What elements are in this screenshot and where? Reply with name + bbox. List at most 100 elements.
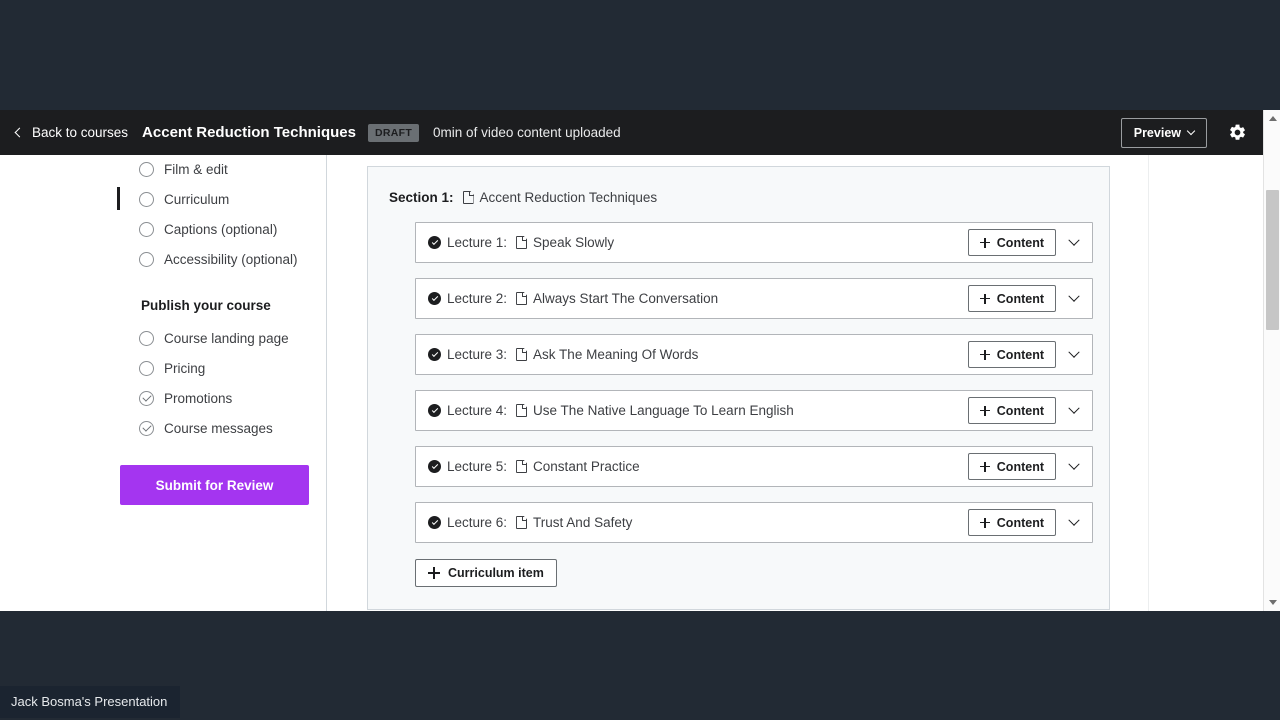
add-content-label: Content (997, 236, 1044, 250)
lecture-number: Lecture 5: (447, 459, 507, 474)
lecture-title: Constant Practice (533, 459, 640, 474)
table-row[interactable]: Lecture 1: Speak Slowly Content (415, 222, 1093, 263)
table-row[interactable]: Lecture 3: Ask The Meaning Of Words Cont… (415, 334, 1093, 375)
lecture-title: Speak Slowly (533, 235, 614, 250)
check-circle-icon (428, 348, 441, 361)
document-icon (516, 404, 527, 417)
sidebar-item-pricing[interactable]: Pricing (0, 353, 326, 383)
chevron-down-icon[interactable] (1068, 346, 1079, 357)
add-content-button[interactable]: Content (968, 453, 1056, 480)
add-content-button[interactable]: Content (968, 397, 1056, 424)
lecture-title: Always Start The Conversation (533, 291, 718, 306)
panel-divider (1148, 155, 1149, 611)
section-card: Section 1: Accent Reduction Techniques L… (367, 166, 1110, 610)
triangle-down-icon (1269, 600, 1277, 605)
triangle-up-icon (1269, 116, 1277, 121)
presentation-caption: Jack Bosma's Presentation (0, 686, 180, 718)
back-to-courses-link[interactable]: Back to courses (16, 125, 128, 140)
sidebar-item-curriculum[interactable]: Curriculum (0, 184, 326, 214)
vertical-scrollbar[interactable] (1263, 110, 1280, 611)
publish-section-heading: Publish your course (0, 298, 326, 313)
scroll-down-button[interactable] (1264, 594, 1280, 611)
radio-circle-icon (139, 252, 154, 267)
sidebar-item-label: Course messages (164, 421, 273, 436)
radio-circle-icon (139, 361, 154, 376)
back-to-courses-label: Back to courses (32, 125, 128, 140)
add-content-button[interactable]: Content (968, 509, 1056, 536)
lecture-number: Lecture 2: (447, 291, 507, 306)
check-circle-icon (428, 292, 441, 305)
plus-icon (980, 350, 990, 360)
check-circle-icon (428, 404, 441, 417)
table-row[interactable]: Lecture 5: Constant Practice Content (415, 446, 1093, 487)
add-content-label: Content (997, 292, 1044, 306)
lecture-title: Trust And Safety (533, 515, 632, 530)
sidebar-item-promotions[interactable]: Promotions (0, 383, 326, 413)
sidebar-item-captions[interactable]: Captions (optional) (0, 214, 326, 244)
chevron-down-icon[interactable] (1068, 402, 1079, 413)
plan-course-nav-group: Film & edit Curriculum Captions (optiona… (0, 155, 326, 274)
scrollbar-thumb[interactable] (1266, 190, 1279, 330)
plus-icon (980, 462, 990, 472)
lecture-number: Lecture 3: (447, 347, 507, 362)
draft-status-badge: DRAFT (368, 124, 419, 142)
preview-button[interactable]: Preview (1121, 118, 1207, 148)
sidebar-item-label: Captions (optional) (164, 222, 277, 237)
lecture-title: Use The Native Language To Learn English (533, 403, 794, 418)
check-circle-outline-icon (139, 391, 154, 406)
add-content-button[interactable]: Content (968, 229, 1056, 256)
add-curriculum-item-label: Curriculum item (448, 566, 544, 580)
sidebar-item-course-landing-page[interactable]: Course landing page (0, 323, 326, 353)
add-curriculum-item-button[interactable]: Curriculum item (415, 559, 557, 587)
check-circle-icon (428, 460, 441, 473)
add-content-label: Content (997, 404, 1044, 418)
document-icon (463, 191, 474, 204)
gear-icon (1228, 123, 1247, 142)
check-circle-icon (428, 516, 441, 529)
sidebar-item-course-messages[interactable]: Course messages (0, 413, 326, 443)
chevron-down-icon[interactable] (1068, 234, 1079, 245)
table-row[interactable]: Lecture 2: Always Start The Conversation… (415, 278, 1093, 319)
chevron-down-icon (1187, 127, 1195, 135)
page-body: Film & edit Curriculum Captions (optiona… (0, 155, 1263, 611)
document-icon (516, 460, 527, 473)
chevron-down-icon[interactable] (1068, 514, 1079, 525)
document-icon (516, 348, 527, 361)
chevron-left-icon (15, 128, 25, 138)
add-content-label: Content (997, 460, 1044, 474)
table-row[interactable]: Lecture 6: Trust And Safety Content (415, 502, 1093, 543)
chevron-down-icon[interactable] (1068, 290, 1079, 301)
add-content-button[interactable]: Content (968, 341, 1056, 368)
course-editor-window: Back to courses Accent Reduction Techniq… (0, 110, 1280, 611)
add-content-button[interactable]: Content (968, 285, 1056, 312)
sidebar-item-label: Curriculum (164, 192, 229, 207)
check-circle-icon (428, 236, 441, 249)
radio-circle-icon (139, 222, 154, 237)
publish-course-nav-group: Course landing page Pricing Promotions C… (0, 323, 326, 443)
video-upload-status: 0min of video content uploaded (433, 125, 621, 140)
table-row[interactable]: Lecture 4: Use The Native Language To Le… (415, 390, 1093, 431)
submit-for-review-button[interactable]: Submit for Review (120, 465, 309, 505)
settings-gear-button[interactable] (1227, 123, 1247, 143)
radio-circle-icon (139, 331, 154, 346)
lecture-title: Ask The Meaning Of Words (533, 347, 698, 362)
preview-button-label: Preview (1134, 126, 1181, 140)
plus-icon (428, 567, 440, 579)
scroll-up-button[interactable] (1264, 110, 1280, 127)
section-header[interactable]: Section 1: Accent Reduction Techniques (384, 183, 1093, 209)
sidebar-item-accessibility[interactable]: Accessibility (optional) (0, 244, 326, 274)
plus-icon (980, 518, 990, 528)
plus-icon (980, 238, 990, 248)
plus-icon (980, 294, 990, 304)
chevron-down-icon[interactable] (1068, 458, 1079, 469)
curriculum-main-panel: Section 1: Accent Reduction Techniques L… (327, 155, 1263, 611)
sidebar-item-film-edit[interactable]: Film & edit (0, 155, 326, 184)
sidebar-item-label: Accessibility (optional) (164, 252, 298, 267)
course-title: Accent Reduction Techniques (142, 124, 356, 141)
lecture-number: Lecture 6: (447, 515, 507, 530)
check-circle-outline-icon (139, 421, 154, 436)
plus-icon (980, 406, 990, 416)
add-content-label: Content (997, 516, 1044, 530)
sidebar-item-label: Film & edit (164, 162, 228, 177)
top-bar: Back to courses Accent Reduction Techniq… (0, 110, 1263, 155)
